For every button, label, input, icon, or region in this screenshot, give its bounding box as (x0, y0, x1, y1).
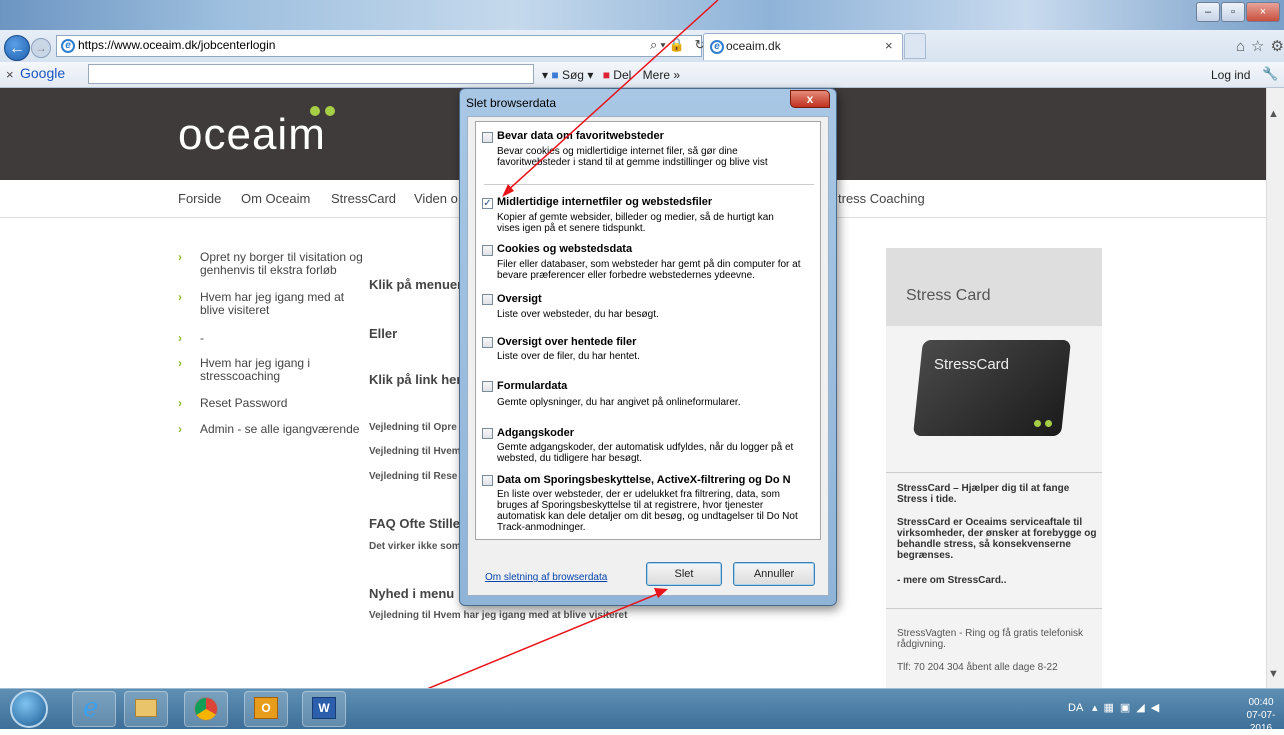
outlook-icon: O (254, 697, 278, 719)
ie-icon: e (83, 693, 99, 723)
language-indicator[interactable]: DA (1068, 702, 1083, 714)
folder-icon (135, 699, 157, 717)
clock-time: 00:40 (1248, 697, 1274, 708)
clock-date: 07-07-2016 (1246, 710, 1276, 734)
word-icon: W (312, 697, 336, 719)
start-button[interactable] (10, 690, 48, 728)
system-clock[interactable]: 00:40 07-07-2016 (1238, 696, 1284, 735)
arrow-to-checkbox (505, 0, 719, 193)
chrome-icon (194, 697, 218, 721)
annotation-arrows (329, 0, 719, 729)
arrowhead-delete-icon (654, 588, 668, 598)
tray-icons[interactable]: ▴▦▣◢◀ (1092, 701, 1165, 714)
